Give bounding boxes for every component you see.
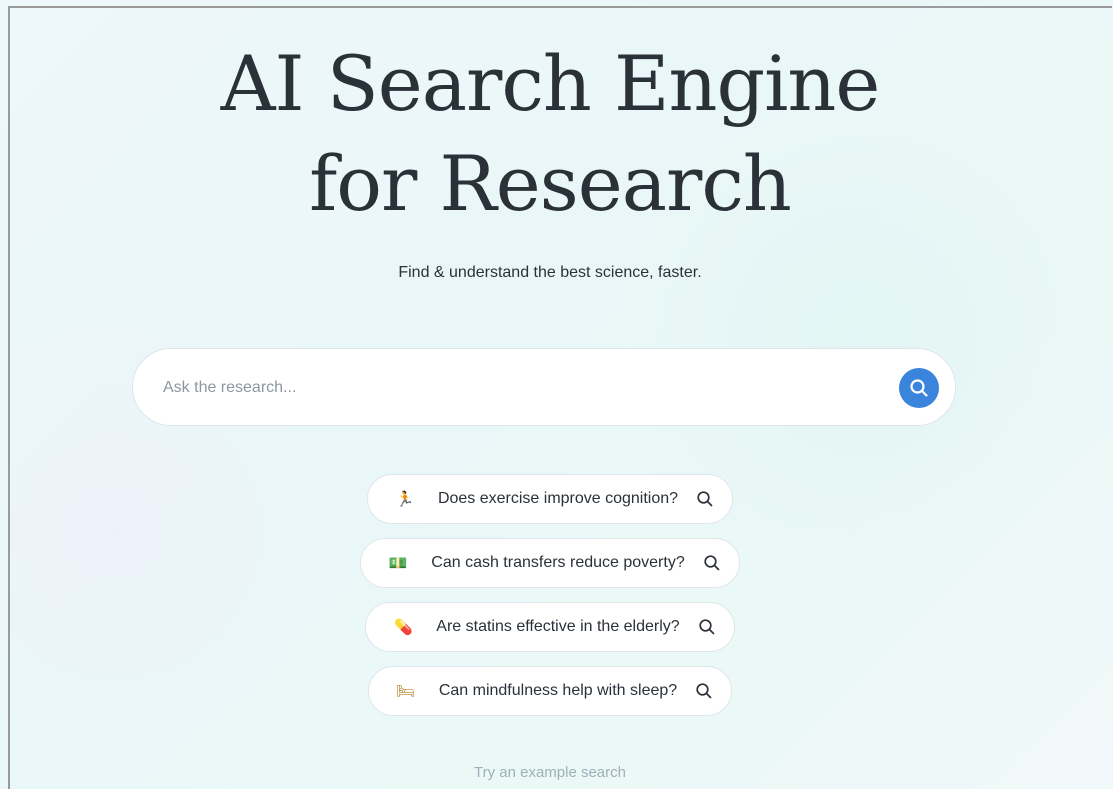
search-icon [704,555,720,571]
example-search-item[interactable]: 🛏 Can mindfulness help with sleep? [367,666,733,716]
page-title-line-2: for Research [309,139,792,228]
page-subtitle: Find & understand the best science, fast… [398,264,702,281]
example-search-item[interactable]: 🏃 Does exercise improve cognition? [366,474,734,524]
try-example-label: Try an example search [473,764,626,781]
search-submit-button[interactable] [899,368,939,408]
example-search-text: Does exercise improve cognition? [437,490,679,507]
search-bar [132,348,956,426]
cash-icon: 💵 [388,554,408,572]
search-icon [697,491,713,507]
example-search-item[interactable]: 💊 Are statins effective in the elderly? [365,602,735,652]
page-title-line-1: AI Search Engine [220,39,881,128]
search-icon [699,619,715,635]
example-search-text: Are statins effective in the elderly? [436,618,680,635]
page-title: AI Search Engine for Research [10,34,1090,234]
search-icon [696,683,712,699]
example-search-text: Can cash transfers reduce poverty? [431,554,685,571]
example-search-text: Can mindfulness help with sleep? [438,682,678,699]
bed-icon: 🛏 [396,682,416,700]
search-input[interactable] [161,369,865,407]
example-search-item[interactable]: 💵 Can cash transfers reduce poverty? [360,538,740,588]
running-person-icon: 🏃 [395,490,415,508]
page-frame: AI Search Engine for Research Find & und… [8,6,1112,789]
search-icon [910,379,928,397]
pill-icon: 💊 [393,618,413,636]
example-searches: 🏃 Does exercise improve cognition? 💵 Can… [10,474,1090,730]
